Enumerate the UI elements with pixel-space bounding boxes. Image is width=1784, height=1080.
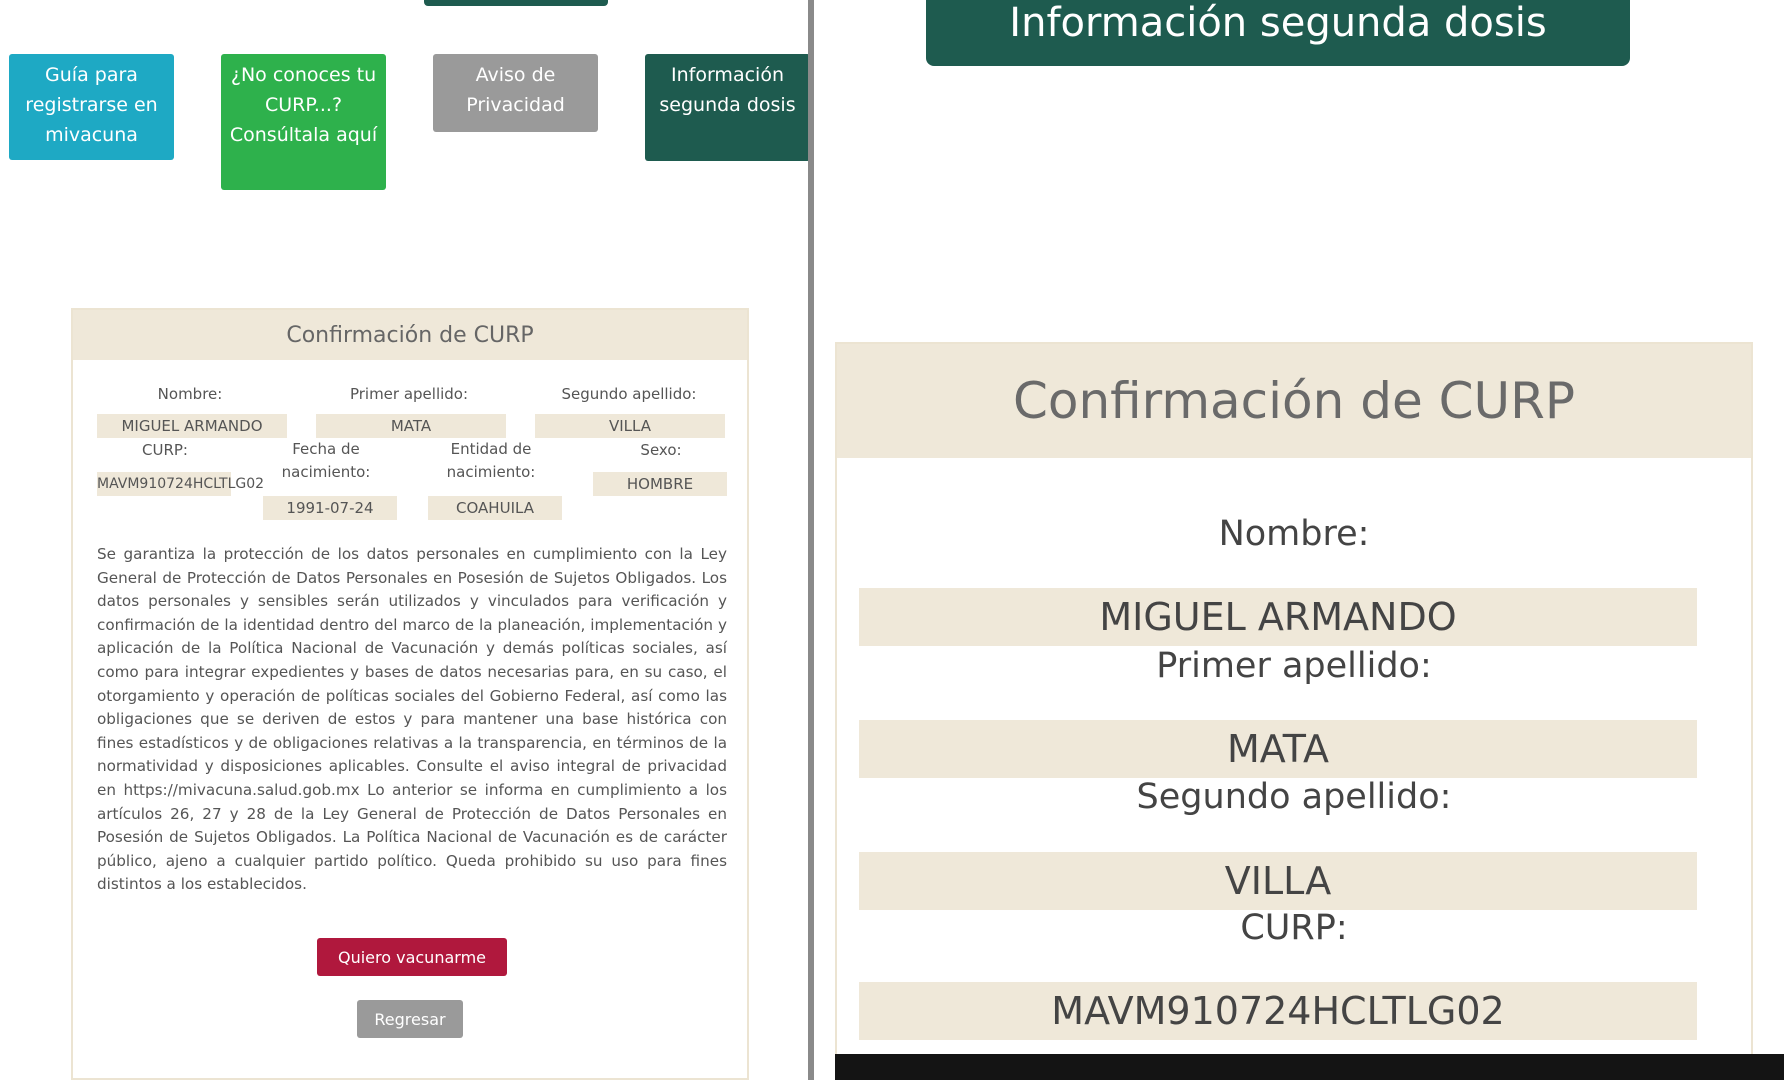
regresar-button[interactable]: Regresar <box>357 1000 463 1038</box>
guide-register-button[interactable]: Guía para registrarse en mivacuna <box>9 54 174 160</box>
quiero-vacunarme-button[interactable]: Quiero vacunarme <box>317 938 507 976</box>
curp-value: MAVM910724HCLTLG02 <box>97 472 264 496</box>
primer-apellido-label: Primer apellido: <box>349 385 469 403</box>
fecha-nacimiento-label: Fecha de nacimiento: <box>281 440 371 481</box>
zoomed-card-title: Confirmación de CURP <box>837 344 1751 458</box>
segundo-apellido-label: Segundo apellido: <box>561 385 697 403</box>
primer-apellido-value: MATA <box>316 414 506 438</box>
curp-confirmation-card: Confirmación de CURP Nombre: Primer apel… <box>71 308 749 1080</box>
zoomed-nombre-label: Nombre: <box>1218 514 1370 554</box>
privacy-legal-text: Se garantiza la protección de los datos … <box>97 545 727 894</box>
sexo-label: Sexo: <box>640 441 682 459</box>
card-title: Confirmación de CURP <box>73 310 747 360</box>
bottom-black-bar <box>835 1054 1784 1080</box>
entidad-nacimiento-label: Entidad de nacimiento: <box>446 440 536 481</box>
left-screenshot-panel: Guía para registrarse en mivacuna ¿No co… <box>0 0 808 1080</box>
zoomed-curp-label: CURP: <box>1240 908 1348 948</box>
nombre-label: Nombre: <box>157 385 223 403</box>
zoomed-primer-apellido-value: MATA <box>859 720 1697 778</box>
privacy-notice-button[interactable]: Aviso de Privacidad <box>433 54 598 132</box>
zoomed-nombre-value: MIGUEL ARMANDO <box>859 588 1697 646</box>
entidad-nacimiento-value: COAHUILA <box>428 496 562 520</box>
curp-lookup-button[interactable]: ¿No conoces tu CURP...? Consúltala aquí <box>221 54 386 190</box>
zoomed-curp-card: Confirmación de CURP Nombre: MIGUEL ARMA… <box>835 342 1753 1080</box>
nombre-value: MIGUEL ARMANDO <box>97 414 287 438</box>
zoomed-segundo-apellido-value: VILLA <box>859 852 1697 910</box>
top-nav-stub <box>424 0 608 6</box>
zoomed-primer-apellido-label: Primer apellido: <box>1156 646 1432 686</box>
second-dose-title-banner[interactable]: Información segunda dosis <box>926 0 1630 66</box>
curp-label: CURP: <box>142 441 188 459</box>
fecha-nacimiento-value: 1991-07-24 <box>263 496 397 520</box>
second-dose-info-button[interactable]: Información segunda dosis <box>645 54 808 161</box>
sexo-value: HOMBRE <box>593 472 727 496</box>
zoomed-curp-value: MAVM910724HCLTLG02 <box>859 982 1697 1040</box>
segundo-apellido-value: VILLA <box>535 414 725 438</box>
right-screenshot-panel: Información segunda dosis Confirmación d… <box>814 0 1784 1080</box>
zoomed-segundo-apellido-label: Segundo apellido: <box>1136 777 1452 817</box>
